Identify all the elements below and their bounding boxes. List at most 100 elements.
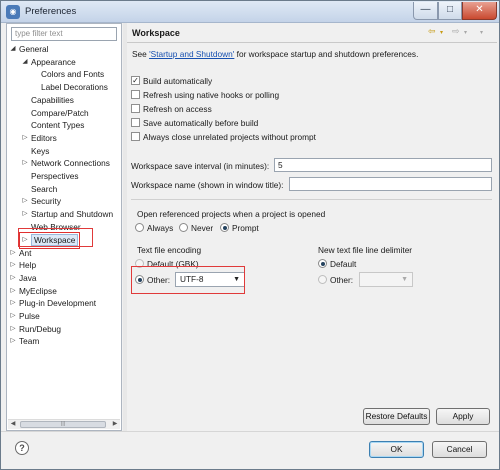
scroll-left-arrow-icon[interactable]: ◀: [8, 420, 18, 429]
collapsed-twisty-icon[interactable]: ▷: [9, 335, 17, 348]
text-file-encoding-label: Text file encoding: [137, 245, 202, 255]
minimize-button[interactable]: —: [413, 2, 438, 20]
workspace-name-input[interactable]: [289, 177, 492, 191]
page-header: Workspace ⇦ ▾ ⇨ ▾ ▾: [127, 23, 497, 43]
close-button[interactable]: ✕: [462, 2, 497, 20]
tree-item-security[interactable]: ▷ Security: [21, 195, 61, 208]
preference-page: Workspace ⇦ ▾ ⇨ ▾ ▾ See 'Startup and Shu…: [127, 23, 497, 431]
forward-arrow-icon[interactable]: ⇨: [452, 26, 460, 37]
scroll-thumb[interactable]: |||: [20, 421, 106, 428]
delimiter-select[interactable]: ▼: [359, 272, 413, 287]
tree-item-content-types[interactable]: Content Types: [31, 119, 84, 132]
back-menu-chevron-icon[interactable]: ▾: [440, 29, 443, 36]
tree-item-myeclipse[interactable]: ▷ MyEclipse: [9, 285, 57, 298]
tree-item-search[interactable]: Search: [31, 183, 57, 196]
maximize-button[interactable]: □: [438, 2, 462, 20]
tree-item-plug-in-development[interactable]: ▷ Plug-in Development: [9, 297, 97, 310]
scroll-right-arrow-icon[interactable]: ▶: [110, 420, 120, 429]
dialog-button-bar: ? OK Cancel: [1, 431, 499, 469]
collapsed-twisty-icon[interactable]: ▷: [21, 157, 29, 170]
tree-item-help[interactable]: ▷ Help: [9, 259, 37, 272]
tree-item-capabilities[interactable]: Capabilities: [31, 94, 74, 107]
collapsed-twisty-icon[interactable]: ▷: [9, 310, 17, 323]
view-menu-chevron-icon[interactable]: ▾: [480, 29, 483, 36]
tree-item-label-decorations[interactable]: Label Decorations: [41, 81, 108, 94]
preferences-sidebar: type filter text ◢ General ◢ Appearance Co…: [6, 23, 122, 431]
save-before-build-label: Save automatically before build: [143, 118, 259, 128]
collapsed-twisty-icon[interactable]: ▷: [9, 272, 17, 285]
tree-item-web-browser[interactable]: Web Browser: [31, 221, 81, 234]
separator: [131, 199, 492, 200]
refresh-native-hooks-label: Refresh using native hooks or polling: [143, 90, 280, 100]
tree-item-keys[interactable]: Keys: [31, 145, 49, 158]
tree-item-perspectives[interactable]: Perspectives: [31, 170, 79, 183]
startup-and-shutdown-link[interactable]: 'Startup and Shutdown': [149, 49, 234, 59]
build-automatically-label: Build automatically: [143, 76, 213, 86]
collapsed-twisty-icon[interactable]: ▷: [9, 285, 17, 298]
save-before-build-checkbox[interactable]: [131, 118, 140, 127]
dropdown-arrow-icon: ▼: [401, 276, 408, 283]
cancel-button[interactable]: Cancel: [432, 441, 487, 458]
forward-menu-chevron-icon[interactable]: ▾: [464, 29, 467, 36]
tree-item-team[interactable]: ▷ Team: [9, 335, 40, 348]
tree-item-colors-and-fonts[interactable]: Colors and Fonts: [41, 68, 104, 81]
tree-item-editors[interactable]: ▷ Editors: [21, 132, 57, 145]
default-encoding-label: Default (GBK): [147, 259, 199, 269]
expanded-twisty-icon[interactable]: ◢: [9, 43, 17, 56]
always-label: Always: [147, 223, 174, 233]
close-unrelated-projects-checkbox[interactable]: [131, 132, 140, 141]
tree-item-compare-patch[interactable]: Compare/Patch: [31, 107, 89, 120]
apply-button[interactable]: Apply: [436, 408, 490, 425]
ok-button[interactable]: OK: [369, 441, 424, 458]
never-label: Never: [191, 223, 214, 233]
collapsed-twisty-icon[interactable]: ▷: [21, 208, 29, 221]
preferences-window: ◉ Preferences — □ ✕ type filter text ◢ Ge…: [0, 0, 500, 470]
collapsed-twisty-icon[interactable]: ▷: [9, 323, 17, 336]
window-title: Preferences: [25, 6, 77, 17]
workspace-name-label: Workspace name (shown in window title):: [131, 180, 284, 190]
collapsed-twisty-icon[interactable]: ▷: [21, 195, 29, 208]
encoding-select[interactable]: UTF-8 ▼: [175, 272, 245, 287]
see-startup-description: See 'Startup and Shutdown' for workspace…: [132, 49, 419, 59]
help-icon[interactable]: ?: [15, 441, 29, 455]
tree-item-startup-and-shutdown[interactable]: ▷ Startup and Shutdown: [21, 208, 114, 221]
collapsed-twisty-icon[interactable]: ▷: [9, 247, 17, 260]
title-bar[interactable]: ◉ Preferences — □ ✕: [1, 1, 499, 23]
restore-defaults-button[interactable]: Restore Defaults: [363, 408, 430, 425]
always-radio[interactable]: [135, 223, 144, 232]
tree-item-appearance[interactable]: ◢ Appearance: [21, 56, 76, 69]
line-delimiter-label: New text file line delimiter: [318, 245, 413, 255]
tree-item-general[interactable]: ◢ General: [9, 43, 49, 56]
prompt-radio[interactable]: [220, 223, 229, 232]
tree-item-workspace[interactable]: ▷ Workspace: [18, 232, 81, 249]
refresh-on-access-checkbox[interactable]: [131, 104, 140, 113]
close-unrelated-projects-label: Always close unrelated projects without …: [143, 132, 316, 142]
refresh-on-access-label: Refresh on access: [143, 104, 212, 114]
eclipse-app-icon: ◉: [6, 5, 20, 19]
tree-item-java[interactable]: ▷ Java: [9, 272, 37, 285]
default-encoding-radio[interactable]: [135, 259, 144, 268]
expanded-twisty-icon[interactable]: ◢: [21, 56, 29, 69]
save-interval-input[interactable]: 5: [274, 158, 492, 172]
save-interval-label: Workspace save interval (in minutes):: [131, 161, 270, 171]
other-encoding-label: Other:: [147, 275, 171, 285]
refresh-native-hooks-checkbox[interactable]: [131, 90, 140, 99]
other-encoding-radio[interactable]: [135, 275, 144, 284]
prompt-label: Prompt: [232, 223, 259, 233]
never-radio[interactable]: [179, 223, 188, 232]
other-delimiter-radio[interactable]: [318, 275, 327, 284]
tree-item-network-connections[interactable]: ▷ Network Connections: [21, 157, 110, 170]
page-title: Workspace: [132, 28, 180, 38]
tree-item-run-debug[interactable]: ▷ Run/Debug: [9, 323, 61, 336]
filter-input[interactable]: type filter text: [11, 27, 117, 41]
collapsed-twisty-icon[interactable]: ▷: [21, 132, 29, 145]
collapsed-twisty-icon[interactable]: ▷: [21, 234, 29, 247]
tree-item-ant[interactable]: ▷ Ant: [9, 247, 32, 260]
collapsed-twisty-icon[interactable]: ▷: [9, 259, 17, 272]
tree-item-pulse[interactable]: ▷ Pulse: [9, 310, 40, 323]
back-arrow-icon[interactable]: ⇦: [428, 26, 436, 37]
default-delimiter-radio[interactable]: [318, 259, 327, 268]
build-automatically-checkbox[interactable]: ✓: [131, 76, 140, 85]
sidebar-horizontal-scrollbar[interactable]: ◀ ||| ▶: [8, 419, 120, 429]
collapsed-twisty-icon[interactable]: ▷: [9, 297, 17, 310]
